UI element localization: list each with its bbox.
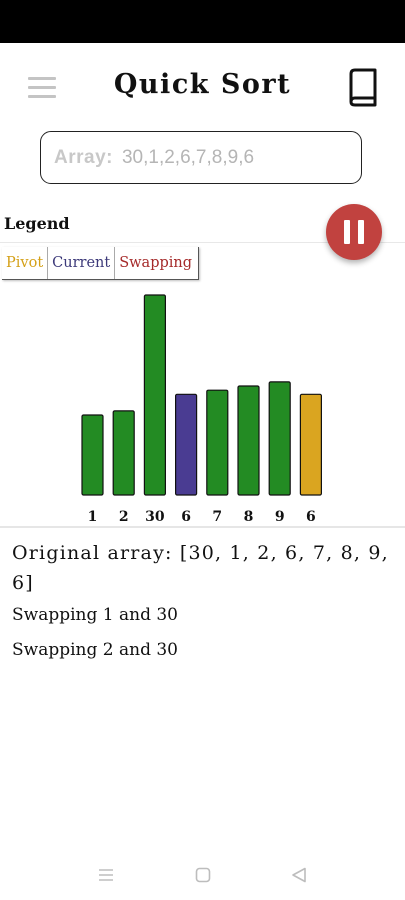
recents-icon[interactable] [97, 866, 115, 884]
app-bar: Quick Sort [0, 43, 405, 133]
chart-divider [0, 526, 405, 528]
system-nav-bar [0, 858, 405, 892]
bar-label: 7 [212, 509, 222, 525]
legend: Pivot Current Swapping [2, 247, 200, 280]
sort-log: Original array: [30, 1, 2, 6, 7, 8, 9, 6… [12, 538, 397, 674]
bar-label: 6 [306, 509, 316, 525]
legend-item-current: Current [48, 247, 116, 279]
array-input[interactable]: Array: 30,1,2,6,7,8,9,6 [40, 131, 362, 184]
bar-label: 30 [145, 509, 165, 525]
bar-7 [206, 389, 229, 496]
status-bar [0, 0, 405, 43]
home-icon[interactable] [194, 866, 212, 884]
bar-6 [299, 393, 322, 496]
legend-title: Legend [4, 214, 70, 233]
bar-label: 1 [88, 509, 98, 525]
legend-item-pivot: Pivot [2, 247, 49, 279]
original-array-text: Original array: [30, 1, 2, 6, 7, 8, 9, 6… [12, 542, 389, 594]
bar-label: 8 [244, 509, 254, 525]
bar-label: 6 [181, 509, 191, 525]
pause-icon [344, 220, 350, 244]
bar-8 [237, 385, 260, 496]
bar-label: 9 [275, 509, 285, 525]
book-icon[interactable] [345, 67, 379, 107]
legend-item-swapping: Swapping [119, 255, 193, 271]
bar-label: 2 [119, 509, 129, 525]
back-icon[interactable] [290, 866, 308, 884]
bar-9 [268, 381, 291, 496]
array-input-label: Array: [54, 146, 113, 168]
array-input-value: 30,1,2,6,7,8,9,6 [121, 146, 255, 168]
pause-button[interactable] [326, 204, 382, 260]
bar-2 [112, 410, 135, 496]
bar-1 [81, 414, 104, 496]
log-step: Swapping 2 and 30 [12, 640, 178, 660]
bar-chart: 1 2 30 6 7 8 9 6 [81, 294, 322, 525]
bar-30 [143, 294, 166, 496]
bar-6 [175, 393, 198, 496]
log-step: Swapping 1 and 30 [12, 605, 178, 625]
